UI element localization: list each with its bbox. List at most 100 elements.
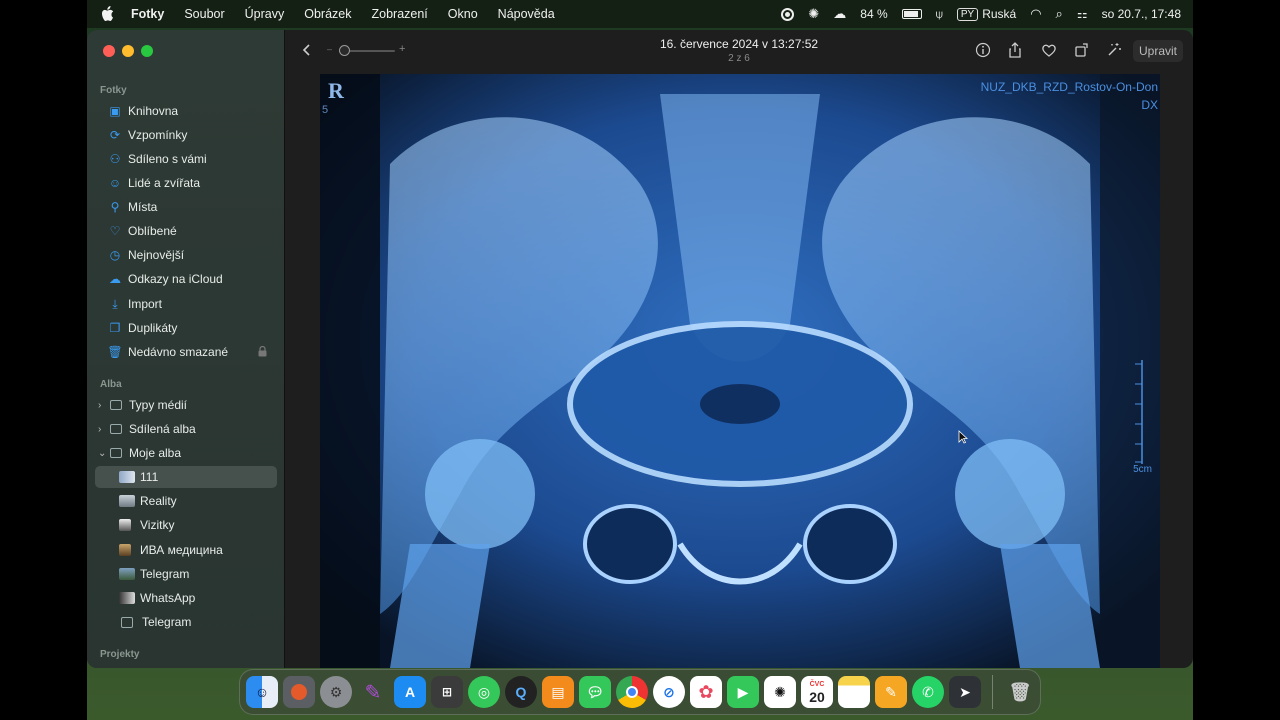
finder-icon[interactable]: ☺ (246, 676, 278, 708)
album-placeholder-icon (121, 616, 133, 628)
facetime-icon[interactable]: ▶ (727, 676, 759, 708)
xray-marker-5: 5 (322, 104, 329, 116)
input-language[interactable]: Ruská (982, 7, 1016, 21)
sidebar-item-label: 111 (140, 470, 159, 484)
battery-icon[interactable] (901, 9, 922, 19)
sidebar-item-label: Import (128, 297, 163, 311)
menu-help[interactable]: Nápověda (488, 7, 565, 21)
heart-icon[interactable] (1041, 42, 1057, 58)
sidebar-item-label: Vizitky (140, 518, 175, 532)
sidebar-item-shared-with-you[interactable]: ⚇ Sdíleno s vámi (95, 148, 277, 170)
telegram-icon[interactable]: ➤ (949, 676, 981, 708)
share-icon[interactable] (1007, 42, 1023, 58)
minimize-button[interactable] (122, 45, 134, 57)
sidebar-item-library[interactable]: ▣ Knihovna (95, 100, 277, 122)
safari-icon[interactable]: ⊘ (653, 676, 685, 708)
sidebar-item-label: Sdíleno s vámi (128, 152, 207, 166)
calendar-day: 20 (809, 688, 825, 705)
sidebar-item-label: Knihovna (128, 104, 179, 118)
find-my-icon[interactable]: ◎ (468, 676, 500, 708)
album-group-media-types[interactable]: › Typy médií (95, 394, 277, 416)
album-vizitky[interactable]: Vizitky (95, 514, 277, 536)
sidebar-item-memories[interactable]: ⟳ Vzpomínky (95, 124, 277, 146)
chevron-right-icon[interactable]: › (98, 400, 108, 411)
sidebar-item-recently-deleted[interactable]: 🗑︎ Nedávno smazané (95, 341, 277, 363)
airpods-icon[interactable]: ⍦ (936, 7, 943, 22)
calendar-icon[interactable]: ČVC 20 (801, 676, 833, 708)
menu-app-name[interactable]: Fotky (121, 7, 174, 21)
album-reality[interactable]: Reality (95, 490, 277, 512)
record-icon[interactable] (781, 7, 795, 21)
rotate-icon[interactable] (1074, 42, 1090, 58)
calculator-icon[interactable]: ⊞ (431, 676, 463, 708)
enhance-icon[interactable] (1106, 42, 1122, 58)
album-111[interactable]: 111 (95, 466, 277, 488)
status-area: ✺ ☁ 84 % ⍦ PY Ruská ◠ ⌕ ⚏ so 20.7., 17:4… (781, 6, 1193, 22)
cloud-status-icon[interactable]: ☁ (833, 6, 846, 22)
sidebar-item-recents[interactable]: ◷ Nejnovější (95, 244, 277, 266)
sidebar-item-label: Duplikáty (128, 321, 178, 335)
lock-icon (258, 346, 267, 357)
feather-icon[interactable]: ✎ (357, 676, 389, 708)
section-projects-title: Projekty (100, 649, 140, 660)
info-icon[interactable] (975, 42, 991, 58)
sidebar-item-import[interactable]: ⤓ Import (95, 293, 277, 315)
folder-icon (110, 424, 122, 434)
close-button[interactable] (103, 45, 115, 57)
toolbar: – + 16. července 2024 v 13:27:52 2 z 6 U… (285, 30, 1193, 72)
photos-icon[interactable]: ✿ (690, 676, 722, 708)
sidebar-item-label: Reality (140, 494, 177, 508)
app-store-icon[interactable]: A (394, 676, 426, 708)
icloud-icon: ☁ (109, 272, 121, 286)
clock[interactable]: so 20.7., 17:48 (1102, 7, 1181, 21)
messages-icon[interactable]: 💬︎ (579, 676, 611, 708)
shared-with-you-icon: ⚇ (109, 152, 121, 166)
pages-icon[interactable]: ✎ (875, 676, 907, 708)
sidebar: Fotky ▣ Knihovna ⟳ Vzpomínky ⚇ Sdíleno s vá… (87, 30, 285, 668)
menu-file[interactable]: Soubor (174, 7, 234, 21)
trash-icon[interactable]: 🗑︎ (1004, 676, 1036, 708)
chatgpt-icon[interactable]: ✺ (764, 676, 796, 708)
apple-menu-icon[interactable] (101, 6, 115, 22)
chrome-icon[interactable] (616, 676, 648, 708)
album-telegram-2[interactable]: Telegram (95, 611, 277, 633)
chevron-right-icon[interactable]: › (98, 424, 108, 435)
menu-view[interactable]: Zobrazení (362, 7, 438, 21)
album-group-shared-albums[interactable]: › Sdílená alba (95, 418, 277, 440)
books-icon[interactable]: ▤ (542, 676, 574, 708)
album-whatsapp[interactable]: WhatsApp (95, 587, 277, 609)
sidebar-item-label: Moje alba (129, 446, 182, 460)
menu-image[interactable]: Obrázek (294, 7, 361, 21)
search-icon[interactable]: ⌕ (1056, 6, 1063, 22)
edit-button[interactable]: Upravit (1132, 40, 1183, 62)
sidebar-item-duplicates[interactable]: ❐ Duplikáty (95, 317, 277, 339)
wifi-icon[interactable]: ◠ (1030, 6, 1041, 22)
sidebar-item-places[interactable]: ⚲ Místa (95, 196, 277, 218)
sidebar-item-icloud-links[interactable]: ☁ Odkazy na iCloud (95, 268, 277, 290)
notes-icon[interactable] (838, 676, 870, 708)
control-center-icon[interactable]: ⚏ (1077, 7, 1088, 21)
input-source-badge[interactable]: PY (956, 7, 979, 21)
sidebar-item-people[interactable]: ☺ Lidé a zvířata (95, 172, 277, 194)
xray-marker-r: R (328, 78, 344, 103)
settings-icon[interactable]: ⚙ (320, 676, 352, 708)
album-iva-medicina[interactable]: ИВА медицина (95, 539, 277, 561)
quicktime-icon[interactable]: Q (505, 676, 537, 708)
trash-icon: 🗑︎ (107, 345, 123, 359)
zoom-button[interactable] (141, 45, 153, 57)
xray-photo[interactable]: R 5 NUZ_DKB_RZD_Rostov-On-Don DX 5cm (320, 74, 1160, 668)
chatgpt-status-icon[interactable]: ✺ (808, 6, 819, 22)
menu-edit[interactable]: Úpravy (235, 7, 295, 21)
section-albums-title: Alba (100, 379, 122, 390)
calendar-month: ČVC (809, 680, 825, 688)
album-telegram-1[interactable]: Telegram (95, 563, 277, 585)
sidebar-item-favorites[interactable]: ♡ Oblíbené (95, 220, 277, 242)
chevron-down-icon[interactable]: ⌄ (98, 448, 108, 459)
sidebar-item-label: Vzpomínky (128, 128, 188, 142)
album-group-my-albums[interactable]: ⌄ Moje alba (95, 442, 277, 464)
people-icon: ☺ (108, 176, 122, 190)
memories-icon: ⟳ (109, 128, 121, 142)
menu-window[interactable]: Okno (438, 7, 488, 21)
launchpad-icon[interactable] (283, 676, 315, 708)
whatsapp-icon[interactable]: ✆ (912, 676, 944, 708)
